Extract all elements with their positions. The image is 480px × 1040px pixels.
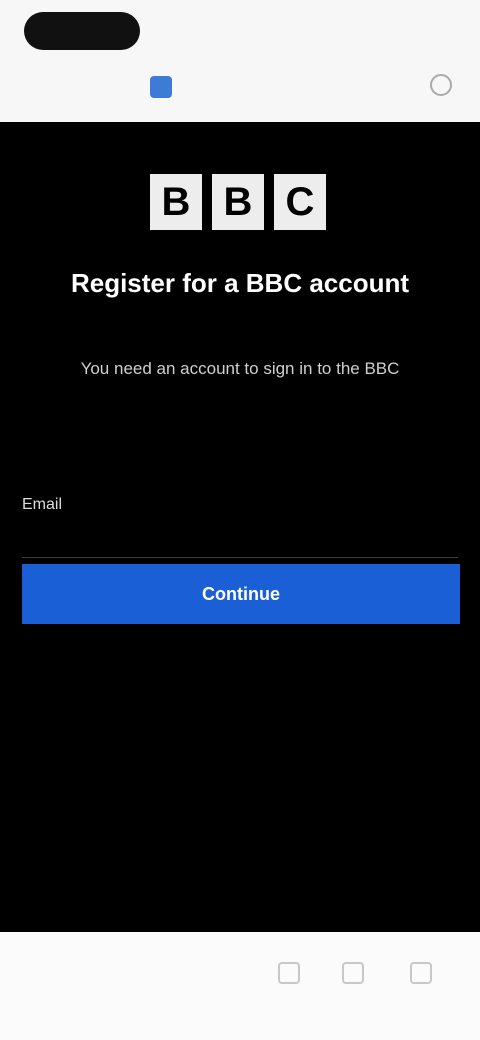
logo-block-b1: B [150, 174, 202, 230]
browser-menu-icon[interactable] [430, 74, 452, 96]
browser-tab[interactable] [150, 72, 330, 102]
bbc-logo: B B C [150, 174, 326, 230]
logo-block-b2: B [212, 174, 264, 230]
more-icon[interactable] [410, 962, 432, 984]
signup-page: B B C Register for a BBC account You nee… [0, 122, 480, 932]
page-title: Register for a BBC account [70, 268, 410, 298]
email-label: Email [22, 496, 63, 513]
tabs-icon[interactable] [342, 962, 364, 984]
page-subtitle: You need an account to sign in to the BB… [80, 359, 400, 378]
email-field[interactable] [22, 518, 458, 558]
tab-favicon-icon [150, 76, 172, 98]
share-icon[interactable] [278, 962, 300, 984]
status-pill [24, 12, 140, 50]
browser-top-bar [0, 0, 480, 122]
browser-bottom-bar [0, 932, 480, 1040]
logo-block-c: C [274, 174, 326, 230]
continue-button[interactable]: Continue [22, 564, 460, 624]
